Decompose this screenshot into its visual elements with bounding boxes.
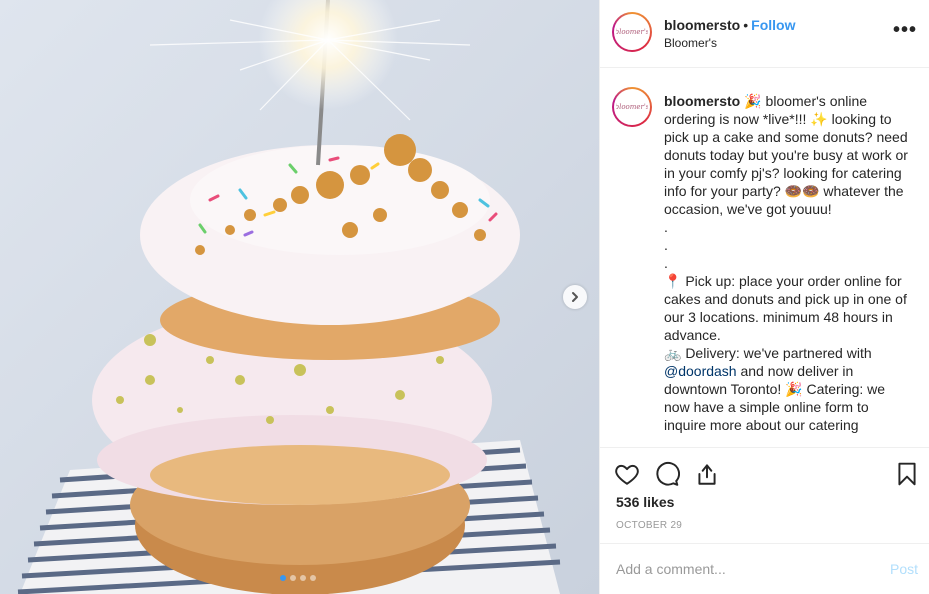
caption-line-4: .	[664, 255, 668, 271]
caption-text: 🎉 bloomer's online ordering is now *live…	[664, 93, 912, 217]
post-date[interactable]: OCTOBER 29	[616, 520, 682, 531]
chevron-right-icon	[572, 292, 578, 302]
carousel-indicator	[280, 575, 316, 581]
post-header: bloomer's bloomersto • Follow Bloomer's ••…	[600, 0, 929, 68]
avatar-logo: bloomer's	[614, 14, 650, 50]
carousel-dot	[280, 575, 286, 581]
bookmark-icon[interactable]	[894, 461, 920, 487]
heart-icon[interactable]	[614, 461, 640, 487]
share-icon[interactable]	[694, 461, 720, 487]
doordash-mention[interactable]: @doordash	[664, 363, 737, 379]
comment-box: Post	[600, 543, 929, 594]
likes-count[interactable]: 536 likes	[616, 494, 674, 510]
caption-line-3: .	[664, 237, 668, 253]
location-link[interactable]: Bloomer's	[664, 36, 717, 50]
post-side-panel: bloomer's bloomersto • Follow Bloomer's ••…	[599, 0, 929, 594]
comment-input[interactable]	[616, 561, 866, 577]
post-comment-button[interactable]: Post	[890, 561, 918, 577]
more-options-button[interactable]: •••	[893, 20, 917, 40]
username-link[interactable]: bloomersto	[664, 17, 740, 33]
post-actions: 536 likes OCTOBER 29	[600, 447, 929, 543]
caption-scroll-area[interactable]: bloomer's bloomersto 🎉 bloomer's online o…	[600, 69, 929, 447]
caption-username[interactable]: bloomersto	[664, 93, 740, 109]
username-line: bloomersto • Follow	[664, 17, 795, 33]
avatar[interactable]: bloomer's	[612, 87, 652, 127]
avatar-logo: bloomer's	[614, 89, 650, 125]
caption-delivery: 🚲 Delivery: we've partnered with @doorda…	[664, 344, 914, 434]
caption-line-2: .	[664, 219, 668, 235]
donut-photo	[0, 0, 599, 594]
separator-dot: •	[743, 17, 749, 33]
next-image-button[interactable]	[563, 285, 587, 309]
carousel-dot	[300, 575, 306, 581]
post-caption: bloomersto 🎉 bloomer's online ordering is…	[664, 92, 914, 434]
post-media	[0, 0, 599, 594]
carousel-dot	[310, 575, 316, 581]
follow-button[interactable]: Follow	[751, 17, 795, 33]
comment-icon[interactable]	[654, 461, 680, 487]
carousel-dot	[290, 575, 296, 581]
caption-line-1: bloomersto 🎉 bloomer's online ordering is…	[664, 92, 914, 218]
delivery-prefix: 🚲 Delivery: we've partnered with	[664, 345, 876, 361]
avatar[interactable]: bloomer's	[612, 12, 652, 52]
caption-pickup: 📍 Pick up: place your order online for c…	[664, 273, 911, 343]
